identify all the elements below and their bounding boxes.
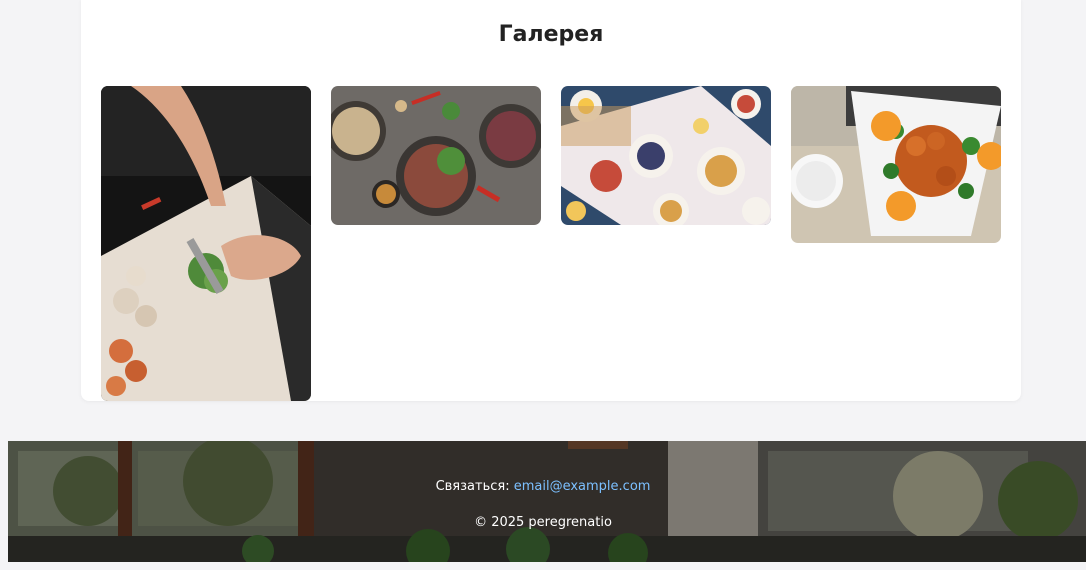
gallery-section: Галерея [81,0,1021,401]
footer-contact: Связаться: email@example.com [8,479,1086,494]
gallery-title: Галерея [498,22,604,47]
breakfast-table-photo [561,86,771,225]
restaurant-background-photo [8,441,1086,562]
chef-cutting-photo [101,86,311,401]
gallery-image-chef[interactable] [101,86,311,401]
footer-copyright: © 2025 peregrenatio [474,515,612,530]
gallery-image-orange-chicken[interactable] [791,86,1001,243]
footer: Связаться: email@example.com © 2025 pere… [8,441,1086,562]
orange-chicken-photo [791,86,1001,243]
gallery-image-steak-bowls[interactable] [331,86,541,225]
contact-label: Связаться: [435,479,510,494]
gallery-image-breakfast[interactable] [561,86,771,225]
email-link[interactable]: email@example.com [514,479,651,494]
steak-bowls-photo [331,86,541,225]
